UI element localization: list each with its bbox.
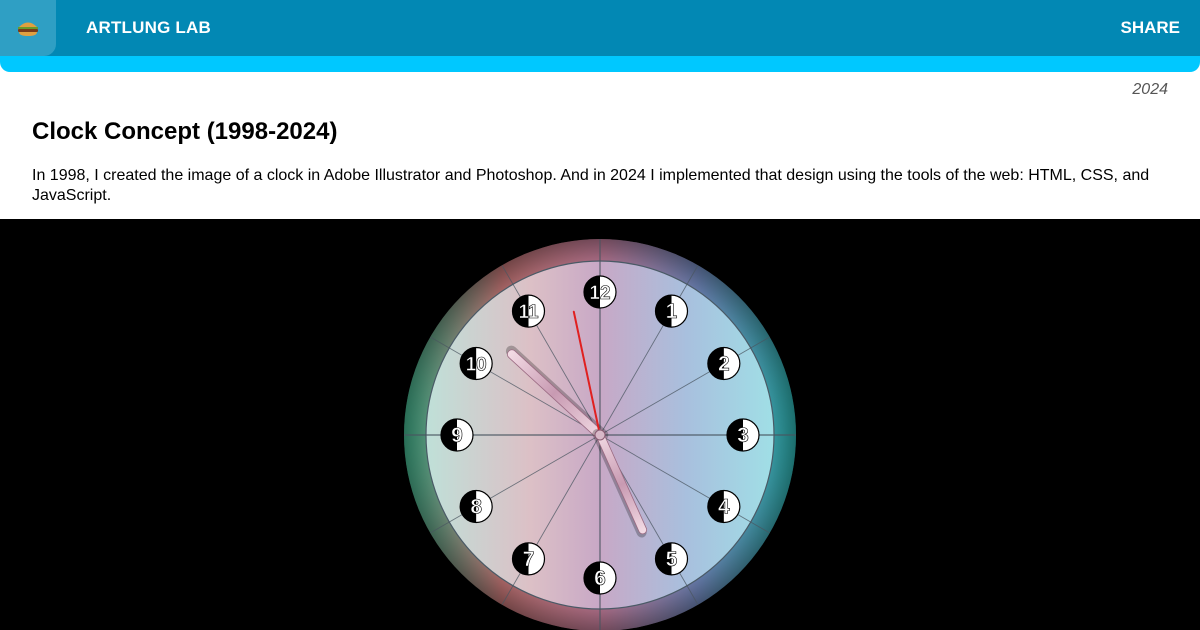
hour-numeral-label: 8 <box>470 496 482 519</box>
hour-numeral-label: 2 <box>718 353 730 376</box>
hour-numeral: 10 <box>459 346 493 381</box>
clock-stage: 12 1 2 3 4 5 6 7 8 9 10 11 <box>0 219 1200 630</box>
hour-numeral: 3 <box>726 418 760 452</box>
center-cap <box>594 429 606 441</box>
page-title: Clock Concept (1998-2024) <box>32 118 338 145</box>
hour-numeral: 9 <box>440 418 474 452</box>
hour-numeral-label: 10 <box>466 355 487 376</box>
share-button[interactable]: SHARE <box>1120 18 1180 38</box>
hour-numeral-label: 11 <box>518 302 539 323</box>
hour-numeral: 1 <box>654 294 689 328</box>
clock-face: 121234567891011 <box>404 239 796 630</box>
hour-numeral: 12 <box>583 275 617 309</box>
brand-link[interactable]: ARTLUNG LAB <box>86 18 211 38</box>
hour-numeral-label: 3 <box>737 424 749 447</box>
hour-numeral: 2 <box>707 346 741 381</box>
hour-numeral: 4 <box>707 489 741 524</box>
hour-numeral: 8 <box>459 489 493 524</box>
hour-numeral-label: 5 <box>666 548 678 571</box>
hour-numeral: 6 <box>583 561 617 595</box>
hour-numeral-label: 7 <box>523 548 535 571</box>
hour-numeral-label: 9 <box>451 424 463 447</box>
page-description: In 1998, I created the image of a clock … <box>32 167 1150 204</box>
hour-numeral-label: 12 <box>589 283 610 304</box>
post-date: 2024 <box>1132 81 1168 98</box>
menu-button[interactable] <box>0 0 56 56</box>
hour-numeral-label: 6 <box>594 567 606 590</box>
hamburger-icon <box>18 22 38 36</box>
hour-numeral: 7 <box>511 542 546 576</box>
hour-numeral: 5 <box>654 542 689 576</box>
hour-numeral-label: 4 <box>718 496 730 519</box>
hour-numeral: 11 <box>511 294 546 328</box>
hour-numeral-label: 1 <box>666 300 678 323</box>
